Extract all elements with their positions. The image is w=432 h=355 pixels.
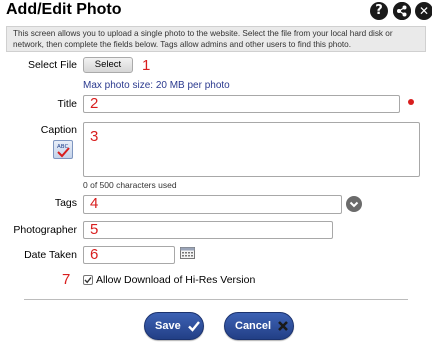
annotation-7: 7 [62,271,71,288]
allow-download-checkbox[interactable] [83,275,93,285]
allow-download-label: Allow Download of Hi-Res Version [96,274,256,286]
cancel-button-label: Cancel [235,320,272,332]
select-file-button[interactable]: Select [83,57,133,73]
close-icon: ✕ [418,4,430,18]
annotation-3: 3 [90,128,99,145]
share-nodes-icon [393,2,411,20]
dialog-title: Add/Edit Photo [6,1,122,18]
close-button[interactable]: ✕ [415,2,432,20]
annotation-5: 5 [90,221,99,238]
dialog-titlebar: Add/Edit Photo ? ✕ [0,0,432,22]
checkmark-icon [84,277,92,284]
annotation-4: 4 [90,195,99,212]
save-button[interactable]: Save [144,312,204,340]
annotation-6: 6 [90,246,99,263]
title-input[interactable]: 2 [83,95,400,113]
spellcheck-button[interactable]: ABC [53,140,73,159]
annotation-1: 1 [142,57,151,74]
title-label: Title [57,98,77,110]
spellcheck-icon: ABC [57,144,70,158]
annotation-2: 2 [90,95,99,112]
caption-textarea[interactable]: 3 [83,122,420,177]
photographer-input[interactable]: 5 [83,221,333,239]
question-mark-icon: ? [375,3,383,18]
cancel-button[interactable]: Cancel [224,312,294,340]
share-button[interactable] [393,2,411,20]
tags-dropdown-button[interactable] [346,196,362,212]
select-file-label: Select File [27,59,77,71]
date-taken-input[interactable]: 6 [83,246,175,264]
caption-label: Caption [40,124,77,136]
check-icon [187,321,200,332]
required-indicator [408,99,414,105]
calendar-icon[interactable] [180,247,195,259]
help-button[interactable]: ? [370,2,388,20]
char-count: 0 of 500 characters used [83,180,177,190]
chevron-down-icon [349,201,359,208]
tags-label: Tags [54,197,77,209]
date-taken-label: Date Taken [24,249,77,261]
tags-input[interactable]: 4 [83,195,342,214]
divider [24,299,408,300]
x-icon [278,321,288,331]
save-button-label: Save [155,320,181,332]
max-size-note: Max photo size: 20 MB per photo [83,80,230,91]
intro-text: This screen allows you to upload a singl… [6,26,426,52]
photographer-label: Photographer [13,224,77,236]
